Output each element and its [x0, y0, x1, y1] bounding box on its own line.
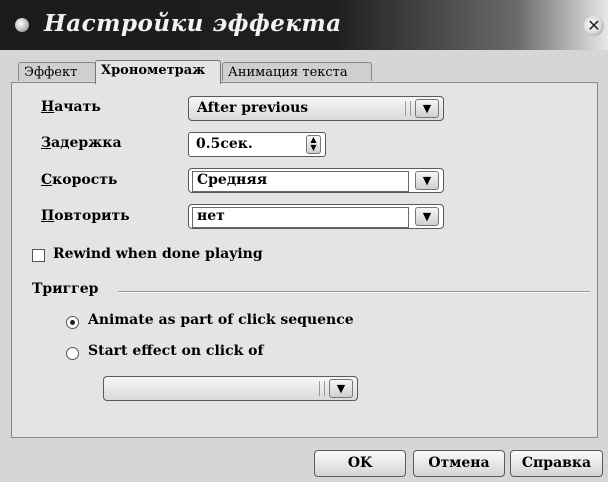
- cancel-button[interactable]: Отмена: [413, 450, 505, 477]
- combo-grip: [405, 101, 411, 116]
- help-button[interactable]: Справка: [510, 450, 603, 477]
- repeat-label: Повторить: [41, 208, 130, 224]
- close-icon[interactable]: ✕: [584, 16, 604, 36]
- repeat-combobox[interactable]: нет ▼: [188, 204, 444, 229]
- title-bar[interactable]: Настройки эффекта ✕: [0, 0, 608, 50]
- delay-label: Задержка: [41, 135, 122, 151]
- window-menu-icon[interactable]: [15, 18, 29, 32]
- combo-grip: [319, 381, 325, 396]
- combo-arrow-icon[interactable]: ▼: [415, 207, 439, 226]
- rewind-checkbox[interactable]: [32, 249, 45, 262]
- delay-spinbox[interactable]: 0.5сек. ▲ ▼: [188, 132, 326, 157]
- start-on-click-label[interactable]: Start effect on click of: [88, 343, 264, 359]
- click-sequence-label[interactable]: Animate as part of click sequence: [88, 312, 354, 328]
- speed-value: Средняя: [197, 172, 268, 188]
- start-select-value: After previous: [197, 100, 309, 116]
- start-select[interactable]: After previous ▼: [188, 96, 444, 121]
- tab-timing[interactable]: Хронометраж: [95, 60, 221, 84]
- trigger-shape-select[interactable]: ▼: [103, 376, 358, 401]
- ok-button[interactable]: OK: [314, 450, 406, 477]
- combo-arrow-icon[interactable]: ▼: [329, 379, 353, 398]
- speed-label: Скорость: [41, 172, 118, 188]
- repeat-value: нет: [197, 208, 225, 224]
- rewind-label[interactable]: Rewind when done playing: [53, 246, 263, 262]
- combo-arrow-icon[interactable]: ▼: [415, 99, 439, 118]
- combo-arrow-icon[interactable]: ▼: [415, 171, 439, 190]
- delay-value: 0.5сек.: [196, 136, 253, 152]
- tab-effect[interactable]: Эффект: [18, 62, 96, 81]
- start-on-click-radio[interactable]: [66, 347, 79, 360]
- click-sequence-radio[interactable]: [66, 316, 79, 329]
- group-divider: [118, 291, 590, 293]
- speed-combobox[interactable]: Средняя ▼: [188, 168, 444, 193]
- window-title: Настройки эффекта: [44, 10, 342, 37]
- spin-updown-icon[interactable]: ▲ ▼: [306, 135, 321, 154]
- tab-text-animation[interactable]: Анимация текста: [222, 62, 372, 81]
- trigger-group-title: Триггер: [32, 281, 99, 297]
- start-label: Начать: [41, 99, 101, 115]
